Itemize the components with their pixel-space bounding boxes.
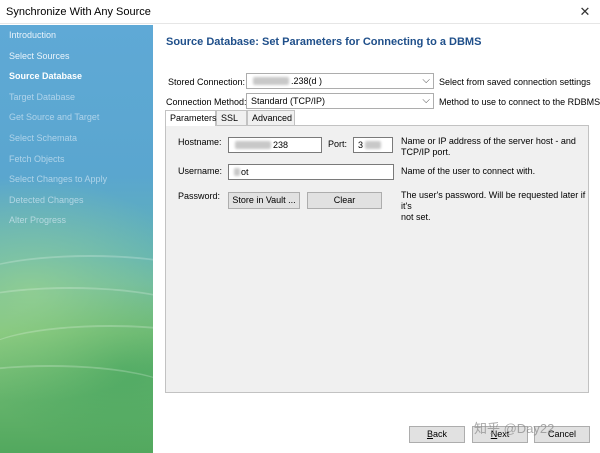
sidebar-item-alter-progress: Alter Progress <box>9 215 67 225</box>
port-label: Port: <box>328 139 348 149</box>
redacted-mask <box>365 141 381 149</box>
connection-method-select[interactable]: Standard (TCP/IP) ⌵ <box>246 93 434 109</box>
sidebar-item-fetch-objects: Fetch Objects <box>9 154 65 164</box>
tab-advanced[interactable]: Advanced <box>247 110 295 125</box>
sidebar-item-source-database[interactable]: Source Database <box>9 71 82 81</box>
stored-connection-select[interactable]: .238(d ) ⌵ <box>246 73 434 89</box>
username-input[interactable]: ot <box>228 164 394 180</box>
port-input[interactable]: 3 <box>353 137 393 153</box>
hostname-help-line-1: Name or IP address of the server host - … <box>401 136 576 146</box>
port-value: 3 <box>358 140 364 150</box>
tab-ssl[interactable]: SSL <box>216 110 247 125</box>
page-title: Source Database: Set Parameters for Conn… <box>166 36 482 48</box>
hostname-help-line-2: TCP/IP port. <box>401 147 451 157</box>
hostname-input[interactable]: 238 <box>228 137 322 153</box>
password-help: The user's password. Will be requested l… <box>401 190 589 223</box>
stored-connection-label: Stored Connection: <box>168 77 246 87</box>
sidebar-item-target-database: Target Database <box>9 92 76 102</box>
username-help: Name of the user to connect with. <box>401 166 536 176</box>
connection-method-help: Method to use to connect to the RDBMS <box>439 97 600 107</box>
wizard-sidebar: Introduction Select Sources Source Datab… <box>0 25 153 453</box>
hostname-label: Hostname: <box>178 137 222 147</box>
store-in-vault-button[interactable]: Store in Vault ... <box>228 192 300 209</box>
stored-connection-value: .238(d ) <box>291 76 323 86</box>
window-title: Synchronize With Any Source <box>6 6 151 18</box>
redacted-mask <box>235 141 271 149</box>
clear-password-button[interactable]: Clear <box>307 192 382 209</box>
tab-parameters[interactable]: Parameters <box>165 110 217 126</box>
connection-method-value: Standard (TCP/IP) <box>251 96 326 106</box>
password-help-line-2: not set. <box>401 212 431 222</box>
title-bar: Synchronize With Any Source ✕ <box>0 0 600 24</box>
sidebar-item-detected-changes: Detected Changes <box>9 195 84 205</box>
username-value: ot <box>241 167 249 177</box>
close-icon[interactable]: ✕ <box>578 5 592 19</box>
chevron-down-icon: ⌵ <box>422 95 430 106</box>
sidebar-item-select-sources[interactable]: Select Sources <box>9 51 70 61</box>
sidebar-item-introduction[interactable]: Introduction <box>9 30 56 40</box>
username-label: Username: <box>178 166 223 176</box>
back-button[interactable]: Back <box>409 426 465 443</box>
decor-swoosh <box>0 365 153 425</box>
redacted-mask <box>234 168 240 176</box>
hostname-help: Name or IP address of the server host - … <box>401 136 586 158</box>
sidebar-item-get-source-target: Get Source and Target <box>9 112 100 122</box>
connection-method-label: Connection Method: <box>166 97 247 107</box>
hostname-value: 238 <box>273 140 289 150</box>
password-label: Password: <box>178 191 221 201</box>
sidebar-item-select-schemata: Select Schemata <box>9 133 78 143</box>
stored-connection-help: Select from saved connection settings <box>439 77 591 87</box>
back-label: ack <box>433 429 448 439</box>
redacted-mask <box>253 77 289 85</box>
chevron-down-icon: ⌵ <box>422 75 430 86</box>
password-help-line-1: The user's password. Will be requested l… <box>401 190 586 211</box>
watermark: 知乎 @Day22 <box>474 421 555 436</box>
sidebar-item-select-changes: Select Changes to Apply <box>9 174 108 184</box>
